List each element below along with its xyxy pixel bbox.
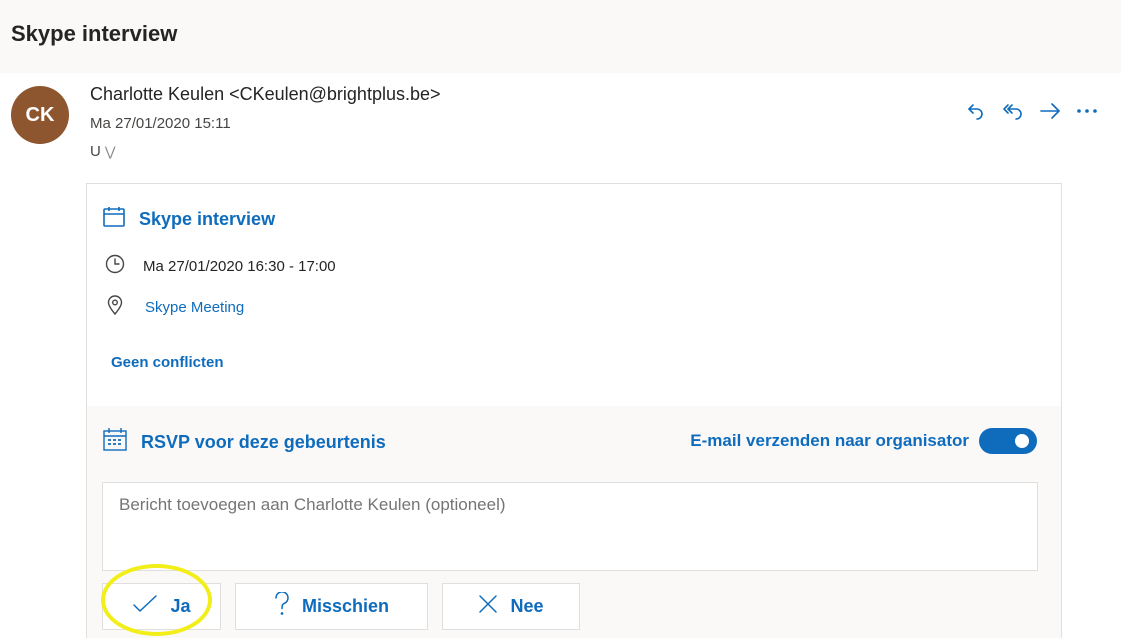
conflicts-link[interactable]: Geen conflicten bbox=[111, 354, 224, 371]
calendar-icon bbox=[103, 207, 125, 232]
toggle-knob bbox=[1015, 434, 1029, 448]
sender-name[interactable]: Charlotte Keulen <CKeulen@brightplus.be> bbox=[90, 84, 441, 105]
event-time: Ma 27/01/2020 16:30 - 17:00 bbox=[143, 258, 336, 275]
tentative-label: Misschien bbox=[301, 596, 390, 616]
expand-recipients-icon[interactable]: ⋁ bbox=[105, 144, 116, 160]
event-location-row[interactable]: Skype Meeting bbox=[107, 295, 244, 320]
recipients[interactable]: U ⋁ bbox=[90, 143, 116, 160]
send-email-toggle[interactable] bbox=[979, 428, 1037, 454]
accept-label: Ja bbox=[170, 596, 191, 616]
reply-icon[interactable] bbox=[957, 96, 994, 126]
question-mark-icon bbox=[274, 591, 290, 621]
rsvp-heading-row: RSVP voor deze gebeurtenis bbox=[103, 428, 386, 457]
close-icon bbox=[478, 594, 498, 619]
rsvp-heading: RSVP voor deze gebeurtenis bbox=[141, 432, 386, 452]
event-time-row: Ma 27/01/2020 16:30 - 17:00 bbox=[105, 254, 336, 279]
event-location[interactable]: Skype Meeting bbox=[145, 299, 244, 316]
rsvp-message-input[interactable] bbox=[102, 482, 1038, 571]
send-email-label: E-mail verzenden naar organisator bbox=[690, 431, 969, 450]
message-actions bbox=[957, 96, 1105, 126]
checkmark-icon bbox=[132, 594, 158, 619]
sent-date: Ma 27/01/2020 15:11 bbox=[90, 115, 231, 132]
decline-label: Nee bbox=[510, 596, 544, 616]
event-title-row[interactable]: Skype interview bbox=[103, 207, 275, 232]
subject-title: Skype interview bbox=[11, 21, 178, 46]
more-icon[interactable] bbox=[1068, 96, 1105, 126]
meeting-card: Skype interview Ma 27/01/2020 16:30 - 17… bbox=[86, 183, 1062, 638]
location-pin-icon bbox=[107, 295, 123, 320]
calendar-reply-icon bbox=[103, 428, 129, 457]
accept-button[interactable]: Ja bbox=[102, 583, 221, 630]
forward-icon[interactable] bbox=[1031, 96, 1068, 126]
decline-button[interactable]: Nee bbox=[442, 583, 580, 630]
recipient-label: U bbox=[90, 143, 101, 160]
avatar[interactable]: CK bbox=[11, 86, 69, 144]
tentative-button[interactable]: Misschien bbox=[235, 583, 428, 630]
subject-bar: Skype interview bbox=[0, 0, 1121, 73]
clock-icon bbox=[105, 254, 125, 279]
event-details: Skype interview Ma 27/01/2020 16:30 - 17… bbox=[87, 184, 1061, 406]
event-title[interactable]: Skype interview bbox=[139, 209, 275, 230]
send-email-toggle-row: E-mail verzenden naar organisator bbox=[690, 428, 1037, 454]
reply-all-icon[interactable] bbox=[994, 96, 1031, 126]
